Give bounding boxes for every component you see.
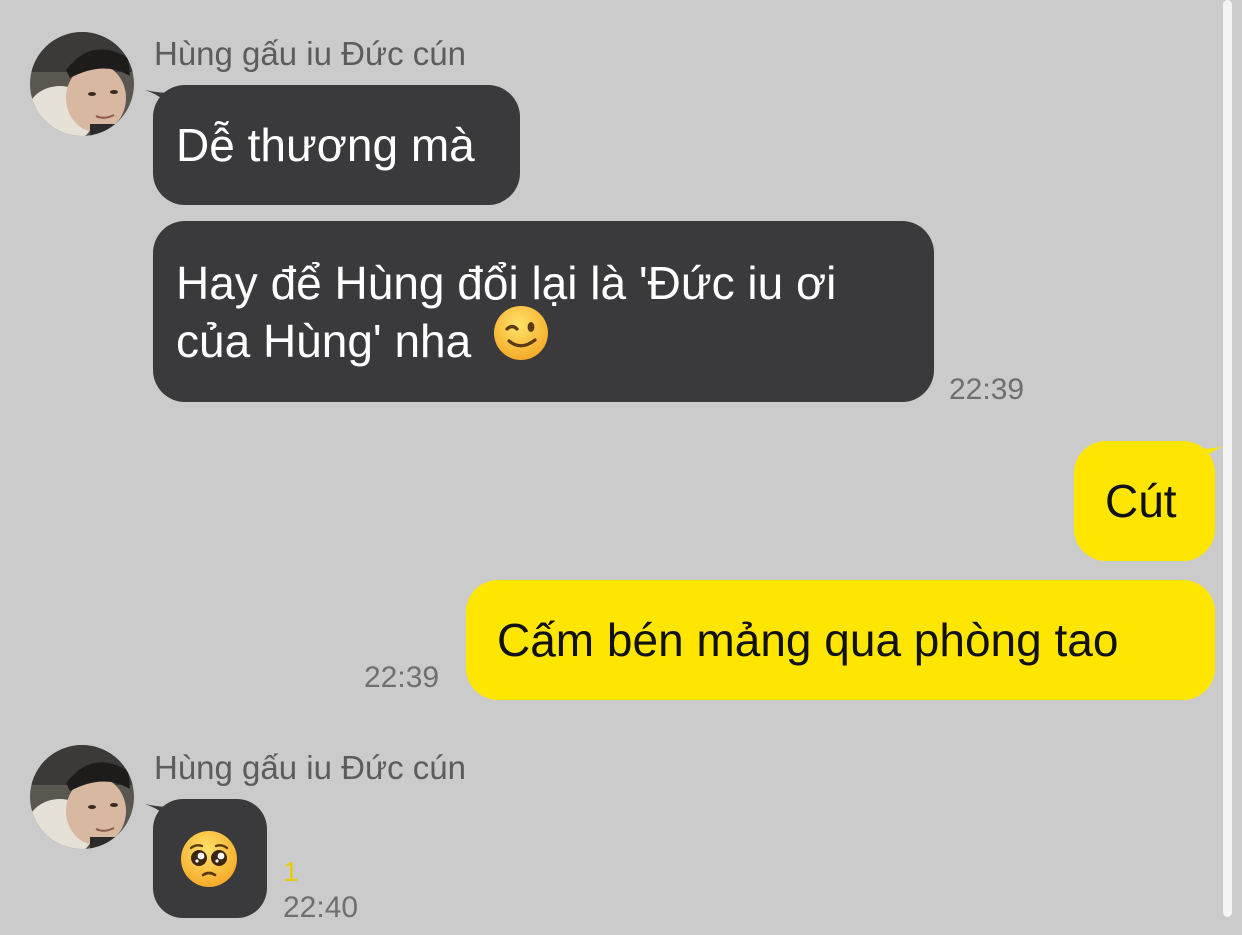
unread-count: 1 <box>283 856 299 887</box>
chat-view: Hùng gấu iu Đức cún Dễ thương mà Hay để … <box>0 0 1242 935</box>
message-bubble[interactable]: Cút <box>1074 441 1215 561</box>
message-text: Dễ thương mà <box>176 119 475 171</box>
message-text: Cút <box>1105 475 1177 527</box>
pleading-face-emoji <box>179 829 239 902</box>
sender-avatar[interactable] <box>30 745 134 849</box>
message-bubble[interactable]: Hay để Hùng đổi lại là 'Đức iu ơi của Hù… <box>153 221 934 402</box>
message-text-line: của Hùng' nha <box>176 306 934 375</box>
message-text: Cấm bén mảng qua phòng tao <box>497 614 1119 666</box>
avatar-photo-icon <box>30 32 134 136</box>
sender-name: Hùng gấu iu Đức cún <box>154 749 466 786</box>
message-timestamp: 22:40 <box>283 891 359 924</box>
scrollbar[interactable] <box>1223 0 1232 917</box>
message-bubble[interactable]: Dễ thương mà <box>153 85 520 205</box>
winking-face-emoji <box>492 304 550 375</box>
message-text-line: Hay để Hùng đổi lại là 'Đức iu ơi <box>176 257 837 309</box>
avatar-photo-icon <box>30 745 134 849</box>
message-bubble[interactable]: Cấm bén mảng qua phòng tao <box>466 580 1215 700</box>
sender-name: Hùng gấu iu Đức cún <box>154 35 466 72</box>
message-bubble[interactable] <box>153 799 267 918</box>
sender-avatar[interactable] <box>30 32 134 136</box>
message-timestamp: 22:39 <box>364 661 440 694</box>
message-timestamp: 22:39 <box>949 373 1025 406</box>
